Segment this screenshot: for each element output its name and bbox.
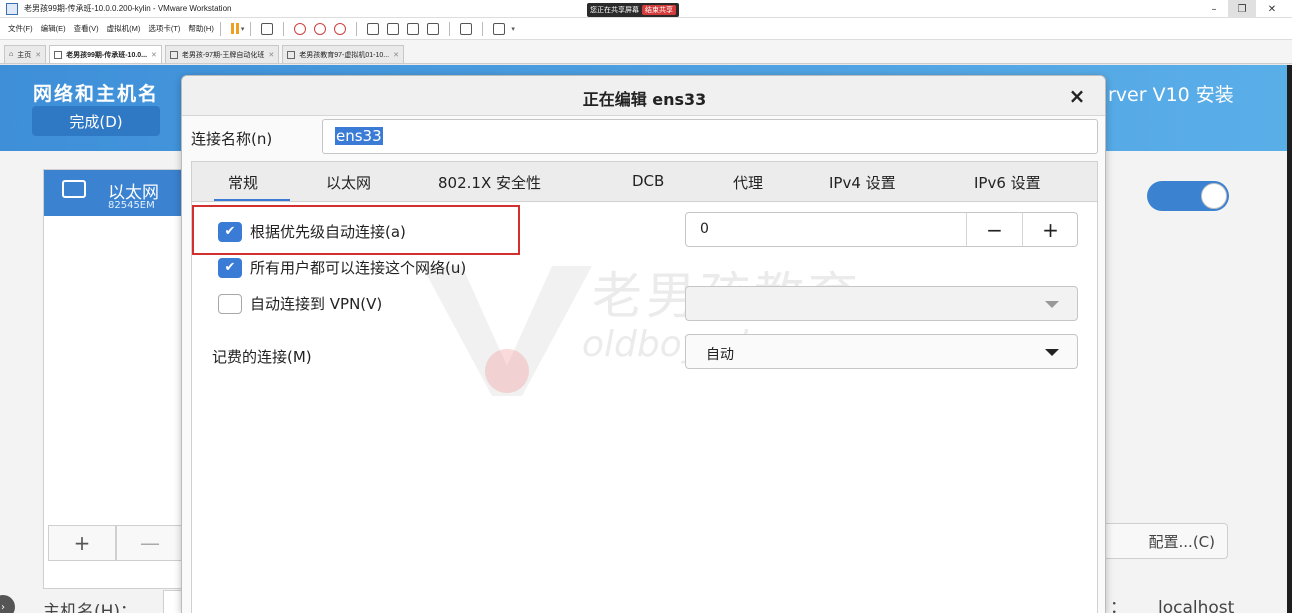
window-title: 老男孩99期-传承班-10.0.0.200-kylin - VMware Wor…	[24, 4, 232, 13]
edit-connection-dialog: 正在编辑 ens33 × 连接名称(n) ens33 常规 以太网 802.1X…	[181, 75, 1106, 613]
console-view-icon[interactable]	[460, 22, 473, 35]
connection-name-value: ens33	[335, 127, 383, 145]
tab-home[interactable]: ⌂ 主页 ✕	[4, 45, 47, 63]
pause-dropdown-icon[interactable]: ▾	[241, 25, 245, 33]
decrement-button[interactable]: −	[966, 213, 1022, 246]
page-title: 网络和主机名	[33, 83, 160, 105]
thumbnail-bar-icon[interactable]	[387, 22, 400, 35]
vm-icon	[287, 50, 296, 59]
tab-label: 主页	[17, 51, 32, 59]
chevron-down-icon[interactable]	[1045, 349, 1059, 356]
menu-vm[interactable]: 虚拟机(M)	[107, 23, 141, 34]
stretch-guest-icon[interactable]	[493, 22, 506, 35]
revert-snapshot-icon[interactable]	[314, 22, 327, 35]
current-hostname-colon: ：	[1110, 598, 1127, 613]
home-icon: ⌂	[9, 51, 14, 58]
installer-title: rver V10 安装	[1108, 84, 1234, 106]
menu-view[interactable]: 查看(V)	[74, 23, 99, 34]
tab-label: 老男孩-97期-王牌自动化班	[181, 51, 265, 59]
stretch-dropdown-icon[interactable]: ▾	[511, 25, 515, 33]
tab-vm-99[interactable]: 老男孩99期-传承班-10.0... ✕	[49, 45, 162, 63]
vpn-select	[685, 286, 1078, 321]
toolbar-separator	[449, 21, 451, 36]
window-close-icon[interactable]: ✕	[1258, 0, 1286, 18]
snapshot-manager-icon[interactable]	[334, 22, 347, 35]
minimize-icon[interactable]: –	[1200, 0, 1228, 18]
tab-vm-97[interactable]: 老男孩-97期-王牌自动化班 ✕	[164, 45, 280, 63]
metered-label: 记费的连接(M)	[212, 348, 312, 366]
vmware-app-icon	[6, 2, 18, 15]
library-icon[interactable]	[367, 22, 380, 35]
metered-select[interactable]: 自动	[685, 334, 1078, 369]
share-banner-text: 您正在共享屏幕	[590, 7, 639, 14]
tab-close-icon[interactable]: ✕	[35, 51, 41, 59]
vm-icon	[54, 50, 63, 59]
all-users-row[interactable]: ✔ 所有用户都可以连接这个网络(u)	[218, 257, 466, 278]
snapshot-icon[interactable]	[294, 22, 307, 35]
menu-file[interactable]: 文件(F)	[8, 23, 33, 34]
settings-tab-bar: 常规 以太网 802.1X 安全性 DCB 代理 IPv4 设置 IPv6 设置	[191, 161, 1098, 202]
stop-sharing-button[interactable]: 结束共享	[642, 5, 676, 15]
pause-icon[interactable]	[230, 23, 239, 34]
toolbar-separator	[219, 21, 221, 36]
tab-dcb[interactable]: DCB	[632, 172, 664, 190]
window-edge	[1287, 65, 1292, 613]
auto-vpn-checkbox[interactable]	[218, 293, 242, 314]
screen-share-banner: 您正在共享屏幕 结束共享	[587, 3, 679, 17]
auto-vpn-row[interactable]: 自动连接到 VPN(V)	[218, 293, 382, 314]
chevron-down-icon	[1045, 301, 1059, 308]
ethernet-icon	[62, 180, 86, 198]
vm-tabs-row: ⌂ 主页 ✕ 老男孩99期-传承班-10.0... ✕ 老男孩-97期-王牌自动…	[0, 40, 1292, 64]
toolbar-separator	[482, 21, 484, 36]
tab-general[interactable]: 常规	[228, 172, 258, 193]
remove-device-button[interactable]: —	[116, 525, 184, 561]
hostname-label: 主机名(H)：	[43, 602, 138, 613]
highlight-annotation	[192, 205, 520, 255]
full-screen-icon[interactable]	[407, 22, 420, 35]
tab-label: 老男孩教育97-虚拟机01-10...	[299, 51, 390, 59]
send-ctrl-alt-del-icon[interactable]	[261, 22, 274, 35]
toolbar-separator	[283, 21, 285, 36]
toggle-knob	[1201, 183, 1227, 209]
device-model: 82545EM	[108, 200, 155, 211]
add-device-button[interactable]: +	[48, 525, 116, 561]
current-hostname: localhost	[1158, 598, 1235, 613]
ethernet-toggle[interactable]	[1147, 181, 1229, 211]
tab-close-icon[interactable]: ✕	[151, 51, 157, 59]
toolbar-separator	[356, 21, 358, 36]
tab-vm-edu97[interactable]: 老男孩教育97-虚拟机01-10... ✕	[282, 45, 404, 63]
vm-icon	[169, 50, 178, 59]
menu-edit[interactable]: 编辑(E)	[41, 23, 66, 34]
increment-button[interactable]: +	[1022, 213, 1078, 246]
menu-tabs[interactable]: 选项卡(T)	[148, 23, 180, 34]
dialog-title: 正在编辑 ens33	[582, 90, 707, 109]
tab-8021x-security[interactable]: 802.1X 安全性	[438, 172, 541, 193]
all-users-checkbox[interactable]: ✔	[218, 257, 242, 278]
tab-close-icon[interactable]: ✕	[393, 51, 399, 59]
device-item-ethernet[interactable]: 以太网 82545EM	[44, 170, 194, 216]
done-button[interactable]: 完成(D)	[32, 106, 160, 136]
tab-ethernet[interactable]: 以太网	[326, 172, 371, 193]
menu-help[interactable]: 帮助(H)	[188, 23, 213, 34]
tab-proxy[interactable]: 代理	[733, 172, 763, 193]
configure-button[interactable]: 配置...(C)	[1096, 523, 1228, 559]
auto-vpn-label: 自动连接到 VPN(V)	[250, 295, 383, 313]
priority-spinbutton[interactable]: 0 − +	[685, 212, 1078, 247]
tab-close-icon[interactable]: ✕	[268, 51, 274, 59]
close-icon[interactable]: ×	[1065, 84, 1089, 108]
dialog-titlebar: 正在编辑 ens33 ×	[182, 76, 1105, 116]
tab-label: 老男孩99期-传承班-10.0...	[66, 51, 148, 59]
metered-value: 自动	[706, 347, 734, 363]
all-users-label: 所有用户都可以连接这个网络(u)	[250, 259, 467, 277]
unity-icon[interactable]	[427, 22, 440, 35]
tab-ipv6-settings[interactable]: IPv6 设置	[974, 172, 1041, 193]
toolbar-separator	[250, 21, 252, 36]
chevron-right-icon[interactable]: ›	[0, 595, 15, 613]
priority-value: 0	[700, 221, 709, 237]
connection-name-input[interactable]: ens33	[322, 119, 1098, 154]
tab-ipv4-settings[interactable]: IPv4 设置	[829, 172, 896, 193]
restore-icon[interactable]: ❐	[1228, 0, 1256, 18]
connection-name-label: 连接名称(n)	[191, 130, 273, 148]
menu-bar: 文件(F) 编辑(E) 查看(V) 虚拟机(M) 选项卡(T) 帮助(H) ▾ …	[0, 18, 1292, 40]
